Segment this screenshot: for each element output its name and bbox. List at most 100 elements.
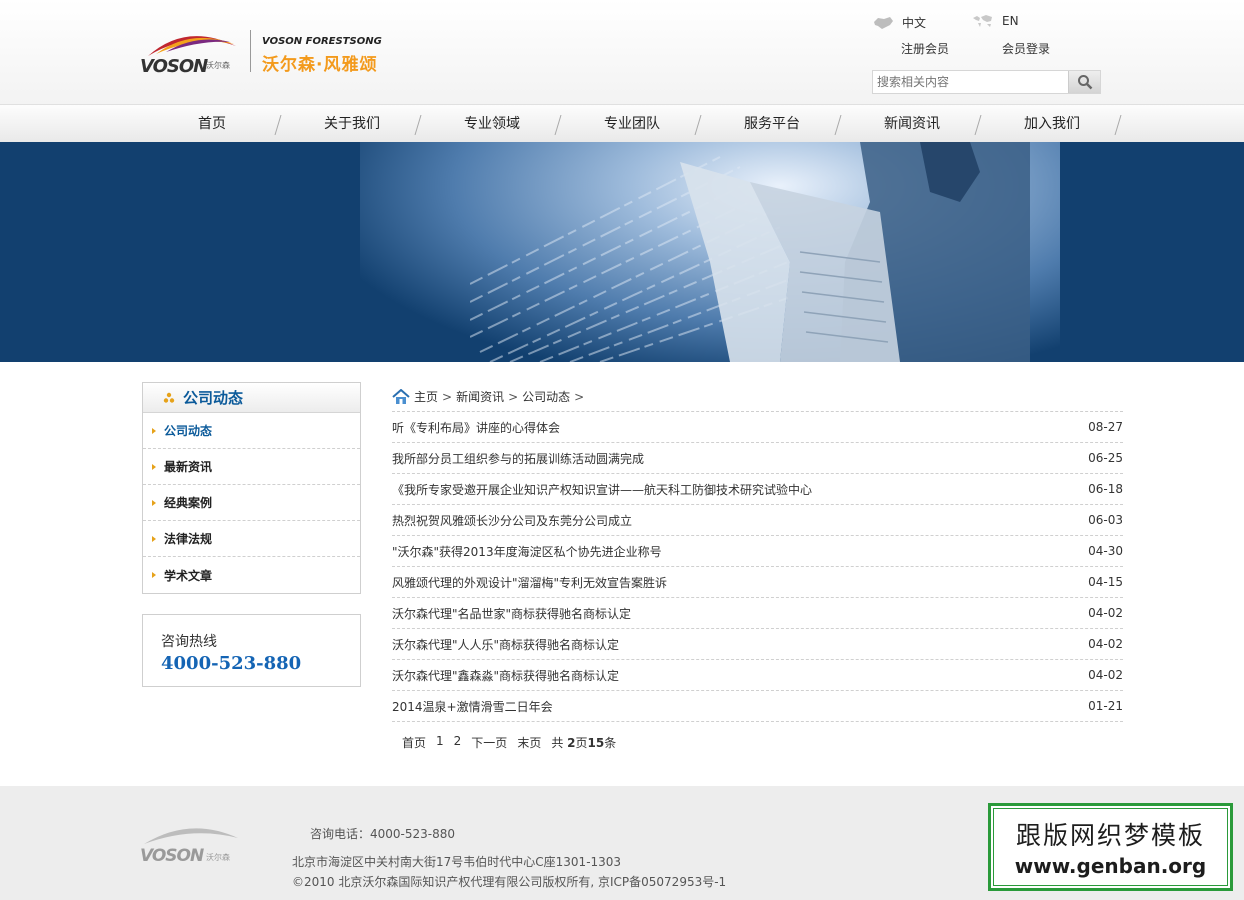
news-list: 听《专利布局》讲座的心得体会 08-27 我所部分员工组织参与的拓展训练活动圆满完成… [392, 412, 1123, 722]
news-row[interactable]: "沃尔森"获得2013年度海淀区私个协先进企业称号 04-30 [392, 536, 1123, 567]
news-title: 沃尔森代理"人人乐"商标获得驰名商标认定 [392, 637, 620, 652]
lang-cn-link[interactable]: 中文 [872, 14, 926, 31]
banner-reader-image [680, 142, 1030, 362]
register-link[interactable]: 注册会员 [901, 40, 949, 57]
sidebar-item-articles[interactable]: 学术文章 [143, 557, 360, 593]
breadcrumb-separator: > [574, 389, 585, 404]
lang-en-label: EN [1002, 14, 1019, 28]
news-row[interactable]: 沃尔森代理"人人乐"商标获得驰名商标认定 04-02 [392, 629, 1123, 660]
pager-summary: 共 2页15条 [551, 736, 617, 750]
watermark-url: www.genban.org [1014, 854, 1207, 878]
breadcrumb-news[interactable]: 新闻资讯 [456, 388, 504, 405]
sidebar: 公司动态 公司动态 最新资讯 经典案例 法律法规 学术文章 咨询热线 4000-… [142, 382, 361, 687]
news-row[interactable]: 沃尔森代理"鑫森淼"商标获得驰名商标认定 04-02 [392, 660, 1123, 691]
news-row[interactable]: 2014温泉+激情滑雪二日年会 01-21 [392, 691, 1123, 722]
sidebar-item-cases[interactable]: 经典案例 [143, 485, 360, 521]
news-date: 04-15 [1088, 575, 1123, 589]
nav-item-service[interactable]: 服务平台 [702, 105, 842, 143]
pager-page-2[interactable]: 2 [454, 734, 462, 751]
nav-item-about[interactable]: 关于我们 [282, 105, 422, 143]
sidebar-item-latest-news[interactable]: 最新资讯 [143, 449, 360, 485]
footer-copyright: ©2010 北京沃尔森国际知识产权代理有限公司版权所有, 京ICP备050729… [292, 875, 727, 889]
sidebar-item-company-news[interactable]: 公司动态 [143, 413, 360, 449]
china-map-icon [874, 16, 893, 29]
breadcrumb-company-news[interactable]: 公司动态 [522, 388, 570, 405]
news-title: 热烈祝贺风雅颂长沙分公司及东莞分公司成立 [392, 513, 633, 528]
arrow-right-icon [152, 463, 156, 470]
sidebar-item-label: 经典案例 [164, 496, 213, 510]
news-date: 04-30 [1088, 544, 1123, 558]
search-input[interactable] [873, 71, 1069, 93]
nav-divider [554, 115, 562, 135]
nav-divider [834, 115, 842, 135]
home-icon [392, 388, 410, 404]
logo-en-text: VOSON FORESTSONG [262, 36, 382, 47]
footer-phone: 咨询电话：4000-523-880 [310, 827, 456, 841]
footer-logo-brand: VOSON [140, 846, 204, 866]
news-row[interactable]: 听《专利布局》讲座的心得体会 08-27 [392, 412, 1123, 443]
news-title: 2014温泉+激情滑雪二日年会 [392, 699, 553, 714]
content-area: 公司动态 公司动态 最新资讯 经典案例 法律法规 学术文章 咨询热线 4000-… [0, 362, 1244, 786]
search-box [872, 70, 1101, 94]
main-nav: 首页 关于我们 专业领域 专业团队 服务平台 新闻资讯 加入我们 [0, 104, 1244, 142]
breadcrumb-separator: > [442, 389, 453, 404]
logo-brand-small-text: 沃尔森 [206, 61, 230, 70]
news-title: 风雅颂代理的外观设计"溜溜梅"专利无效宣告案胜诉 [392, 575, 668, 590]
news-row[interactable]: 我所部分员工组织参与的拓展训练活动圆满完成 06-25 [392, 443, 1123, 474]
hotline-label: 咨询热线 [161, 634, 217, 650]
news-main: 主页 > 新闻资讯 > 公司动态 > 听《专利布局》讲座的心得体会 08-27 我所… [392, 382, 1123, 751]
arrow-right-icon [152, 499, 156, 506]
nav-item-team[interactable]: 专业团队 [562, 105, 702, 143]
nav-item-news[interactable]: 新闻资讯 [842, 105, 982, 143]
sidebar-title: 公司动态 [143, 383, 360, 413]
nav-divider [274, 115, 282, 135]
lang-cn-label: 中文 [902, 16, 927, 30]
search-icon [1077, 75, 1092, 90]
lang-en-link[interactable]: EN [972, 14, 1019, 28]
sidebar-item-label: 学术文章 [164, 568, 213, 583]
site-header: VOSON 沃尔森 VOSON FORESTSONG 沃尔森·风雅颂 中文 EN… [0, 0, 1244, 104]
hero-banner [0, 142, 1244, 362]
breadcrumb: 主页 > 新闻资讯 > 公司动态 > [392, 382, 1123, 412]
footer-logo-swoosh-icon [144, 828, 238, 844]
footer-logo: VOSON 沃尔森 [140, 824, 250, 868]
nav-divider [1114, 115, 1122, 135]
login-link[interactable]: 会员登录 [1002, 40, 1050, 57]
world-map-icon [973, 15, 992, 27]
pager-page-1[interactable]: 1 [436, 734, 444, 751]
logo-swoosh-icon [148, 36, 236, 56]
breadcrumb-home[interactable]: 主页 [414, 388, 438, 405]
site-logo[interactable]: VOSON 沃尔森 VOSON FORESTSONG 沃尔森·风雅颂 [140, 28, 390, 77]
dots-icon [163, 392, 175, 403]
footer-address: 北京市海淀区中关村南大街17号韦伯时代中心C座1301-1303 [292, 855, 622, 869]
news-date: 04-02 [1088, 668, 1123, 682]
hotline-number: 4000-523-880 [161, 653, 302, 674]
pagination: 首页 1 2 下一页 末页 共 2页15条 [392, 734, 1123, 751]
news-row[interactable]: 风雅颂代理的外观设计"溜溜梅"专利无效宣告案胜诉 04-15 [392, 567, 1123, 598]
logo-cn-text: 沃尔森·风雅颂 [262, 55, 378, 75]
sidebar-item-label: 公司动态 [164, 424, 213, 438]
sidebar-item-laws[interactable]: 法律法规 [143, 521, 360, 557]
nav-item-fields[interactable]: 专业领域 [422, 105, 562, 143]
nav-divider [974, 115, 982, 135]
news-title: 沃尔森代理"鑫森淼"商标获得驰名商标认定 [392, 668, 620, 683]
news-title: "沃尔森"获得2013年度海淀区私个协先进企业称号 [392, 544, 662, 559]
arrow-right-icon [152, 427, 156, 434]
news-title: 我所部分员工组织参与的拓展训练活动圆满完成 [392, 451, 645, 466]
news-date: 08-27 [1088, 420, 1123, 434]
pager-next[interactable]: 下一页 [471, 734, 507, 751]
news-date: 06-25 [1088, 451, 1123, 465]
news-row[interactable]: 热烈祝贺风雅颂长沙分公司及东莞分公司成立 06-03 [392, 505, 1123, 536]
breadcrumb-separator: > [508, 389, 519, 404]
news-row[interactable]: 沃尔森代理"名品世家"商标获得驰名商标认定 04-02 [392, 598, 1123, 629]
hotline-box: 咨询热线 4000-523-880 [142, 614, 361, 687]
search-button[interactable] [1068, 71, 1100, 93]
nav-item-join[interactable]: 加入我们 [982, 105, 1122, 143]
footer-logo-brand-small: 沃尔森 [206, 853, 230, 862]
news-title: 听《专利布局》讲座的心得体会 [392, 420, 561, 435]
nav-item-home[interactable]: 首页 [142, 105, 282, 143]
news-row[interactable]: 《我所专家受邀开展企业知识产权知识宣讲——航天科工防御技术研究试验中心 06-18 [392, 474, 1123, 505]
pager-first[interactable]: 首页 [402, 734, 426, 751]
news-date: 06-18 [1088, 482, 1123, 496]
pager-last[interactable]: 末页 [517, 734, 541, 751]
